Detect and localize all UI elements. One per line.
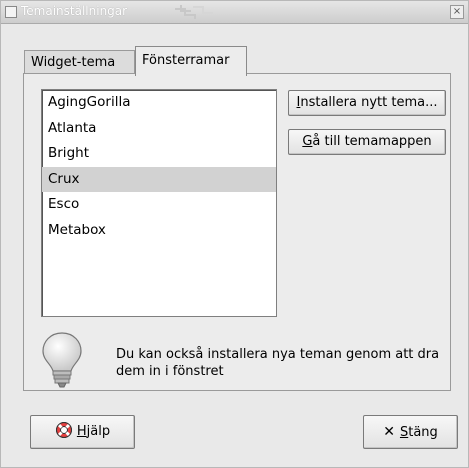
list-item[interactable]: Bright bbox=[42, 141, 276, 167]
tab-widget-theme[interactable]: Widget-tema bbox=[24, 50, 135, 75]
close-button[interactable]: ✕ Stäng bbox=[363, 415, 458, 449]
title-decoration-icon bbox=[175, 5, 213, 19]
list-item[interactable]: Metabox bbox=[42, 218, 276, 244]
list-item[interactable]: AgingGorilla bbox=[42, 90, 276, 116]
lightbulb-icon bbox=[42, 332, 82, 388]
tab-label: Fönsterramar bbox=[142, 53, 230, 68]
help-button[interactable]: Hjälp bbox=[30, 415, 135, 449]
mnemonic: G bbox=[302, 134, 313, 149]
tab-panel: AgingGorilla Atlanta Bright Crux Esco Me… bbox=[23, 73, 451, 391]
list-item-selected[interactable]: Crux bbox=[42, 166, 276, 192]
tab-label: Widget-tema bbox=[31, 55, 116, 70]
close-window-icon[interactable]: × bbox=[450, 5, 464, 19]
button-label: å till temamappen bbox=[312, 134, 432, 149]
button-label: nstallera nytt tema... bbox=[300, 95, 438, 110]
mnemonic: H bbox=[76, 424, 87, 439]
list-item[interactable]: Atlanta bbox=[42, 116, 276, 142]
title-bar[interactable]: Temainställningar × bbox=[1, 1, 468, 24]
window-menu-icon[interactable] bbox=[5, 6, 17, 18]
window-title: Temainställningar bbox=[21, 4, 128, 18]
x-icon: ✕ bbox=[383, 424, 395, 440]
mnemonic: S bbox=[399, 425, 409, 440]
install-theme-button[interactable]: Installera nytt tema... bbox=[288, 90, 446, 116]
theme-preferences-window: Temainställningar × Widget-tema Fönsterr… bbox=[0, 0, 469, 468]
button-label: jälp bbox=[86, 424, 111, 439]
list-item[interactable]: Esco bbox=[42, 192, 276, 218]
tab-window-frames[interactable]: Fönsterramar bbox=[135, 46, 247, 76]
theme-list[interactable]: AgingGorilla Atlanta Bright Crux Esco Me… bbox=[41, 89, 277, 317]
lifebuoy-icon bbox=[55, 422, 72, 438]
open-theme-folder-button[interactable]: Gå till temamappen bbox=[288, 129, 446, 155]
hint-text: Du kan också installera nya teman genom … bbox=[116, 347, 440, 379]
button-label: täng bbox=[408, 425, 438, 440]
